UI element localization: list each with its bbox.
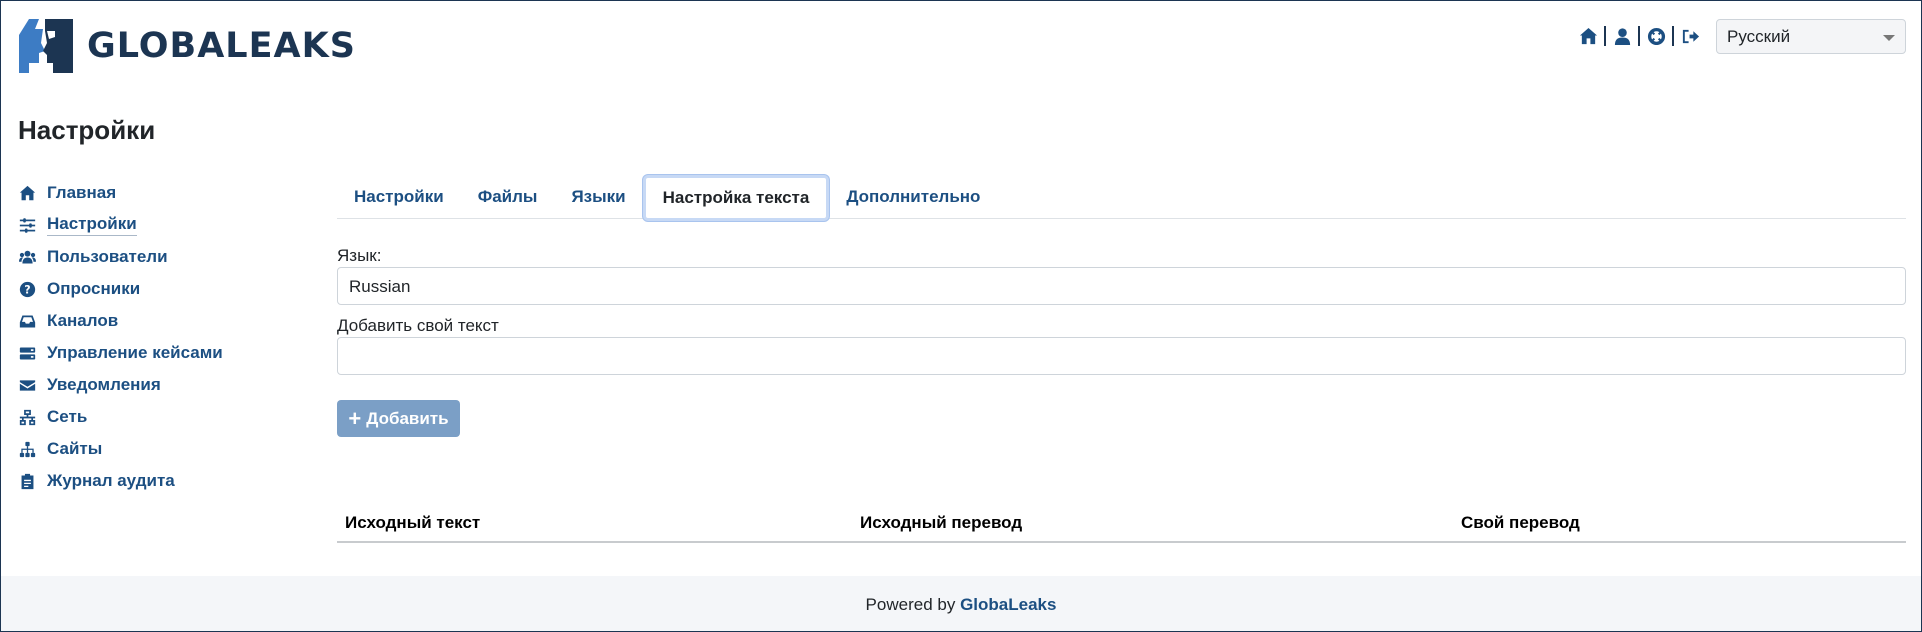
sidebar-item-label: Управление кейсами: [47, 343, 223, 362]
inbox-icon: [18, 312, 36, 330]
sidebar-item-channels[interactable]: Каналов: [18, 305, 278, 337]
custom-text-label: Добавить свой текст: [337, 316, 499, 335]
sidebar-item-label: Пользователи: [47, 247, 168, 266]
top-icons: [1577, 25, 1701, 47]
header: GLOBALEAKS Русский: [1, 1, 1921, 99]
tab-files[interactable]: Файлы: [461, 175, 555, 219]
sidebar-item-case-management[interactable]: Управление кейсами: [18, 337, 278, 369]
footer-link[interactable]: GlobaLeaks: [960, 595, 1056, 614]
tab-text-customization[interactable]: Настройка текста: [642, 175, 830, 221]
users-icon: [18, 248, 36, 266]
custom-text-field[interactable]: [337, 337, 1906, 375]
home-icon[interactable]: [1577, 25, 1599, 47]
column-header-custom-translation: Свой перевод: [1461, 513, 1580, 532]
user-icon[interactable]: [1611, 25, 1633, 47]
column-header-original-text: Исходный текст: [345, 513, 481, 532]
page-title: Настройки: [18, 115, 156, 145]
settings-tabs: Настройки Файлы Языки Настройка текста Д…: [337, 175, 1906, 221]
globaleaks-logo-icon: [19, 19, 73, 73]
separator: [1672, 26, 1674, 46]
footer-prefix: Powered by: [865, 595, 956, 614]
clipboard-icon: [18, 472, 36, 490]
language-select[interactable]: Русский: [1716, 19, 1906, 54]
logo[interactable]: GLOBALEAKS: [17, 17, 356, 75]
sidebar-item-users[interactable]: Пользователи: [18, 241, 278, 273]
sidebar-item-notifications[interactable]: Уведомления: [18, 369, 278, 401]
tab-languages[interactable]: Языки: [554, 175, 642, 219]
footer: Powered by GlobaLeaks: [1, 576, 1921, 631]
envelope-icon: [18, 376, 36, 394]
add-button[interactable]: + Добавить: [337, 400, 460, 437]
sidebar-item-network[interactable]: Сеть: [18, 401, 278, 433]
separator: [1604, 26, 1606, 46]
language-field[interactable]: Russian: [337, 267, 1906, 305]
sidebar-item-label: Настройки: [47, 214, 137, 236]
sidebar-item-label: Каналов: [47, 311, 119, 330]
support-icon[interactable]: [1645, 25, 1667, 47]
separator: [1638, 26, 1640, 46]
chevron-down-icon: [1883, 35, 1895, 41]
sidebar-item-questionnaires[interactable]: ? Опросники: [18, 273, 278, 305]
sidebar-item-label: Сеть: [47, 407, 88, 426]
svg-text:?: ?: [24, 283, 30, 296]
language-select-value: Русский: [1727, 27, 1791, 46]
brand-name: GLOBALEAKS: [87, 26, 356, 66]
column-header-original-translation: Исходный перевод: [860, 513, 1023, 532]
plus-icon: +: [348, 405, 362, 431]
sidebar-item-label: Сайты: [47, 439, 103, 458]
sidebar-item-label: Опросники: [47, 279, 141, 298]
network-icon: [18, 408, 36, 426]
language-field-value: Russian: [349, 277, 411, 296]
sidebar-item-settings[interactable]: Настройки: [18, 209, 278, 241]
tab-settings[interactable]: Настройки: [337, 175, 461, 219]
home-icon: [18, 184, 36, 202]
language-label: Язык:: [337, 246, 382, 265]
sliders-icon: [18, 216, 36, 234]
translations-table-header: Исходный текст Исходный перевод Свой пер…: [337, 503, 1906, 543]
add-button-label: Добавить: [366, 408, 449, 428]
sitemap-icon: [18, 440, 36, 458]
sidebar-item-home[interactable]: Главная: [18, 177, 278, 209]
logout-icon[interactable]: [1679, 25, 1701, 47]
sidebar-item-label: Уведомления: [47, 375, 161, 394]
sidebar-item-sites[interactable]: Сайты: [18, 433, 278, 465]
sidebar-item-label: Главная: [47, 183, 117, 202]
question-circle-icon: ?: [18, 280, 36, 298]
sidebar: Главная Настройки Пользователи ? Опросни…: [18, 177, 278, 497]
tab-advanced[interactable]: Дополнительно: [829, 175, 997, 219]
sidebar-item-label: Журнал аудита: [47, 471, 175, 490]
sidebar-item-audit-log[interactable]: Журнал аудита: [18, 465, 278, 497]
server-icon: [18, 344, 36, 362]
